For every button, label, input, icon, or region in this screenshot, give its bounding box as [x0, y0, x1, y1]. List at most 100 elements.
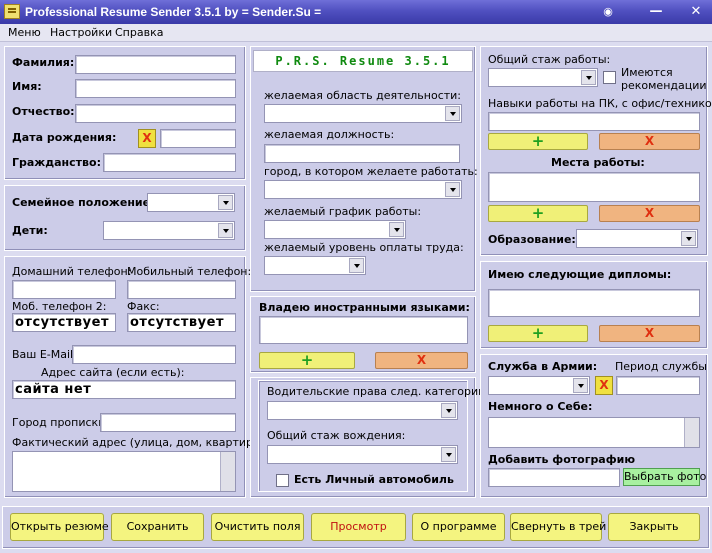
minimize-to-tray-button[interactable]: Свернуть в трей [510, 513, 606, 541]
city-input[interactable] [100, 413, 236, 432]
license-select[interactable] [267, 401, 458, 420]
title-bar[interactable]: Professional Resume Sender 3.5.1 by = Se… [0, 0, 712, 24]
birthdate-clear-button[interactable]: X [138, 129, 156, 148]
email-label: Ваш E-Mail: [12, 348, 77, 361]
mobile2-input[interactable]: отсутствует [12, 313, 116, 332]
own-car-checkbox[interactable] [276, 474, 289, 487]
photo-path-input[interactable] [488, 468, 620, 487]
scrollbar[interactable] [220, 452, 235, 491]
address-textarea[interactable] [12, 451, 236, 492]
workplaces-input[interactable] [488, 172, 700, 202]
chevron-down-icon[interactable] [441, 447, 456, 462]
languages-add-button[interactable]: + [259, 352, 355, 369]
surname-label: Фамилия: [12, 56, 75, 69]
workplaces-label: Места работы: [551, 156, 645, 169]
pc-skills-remove-button[interactable]: X [599, 133, 700, 150]
position-input[interactable] [264, 144, 460, 163]
close-icon: X [644, 206, 655, 220]
chevron-down-icon[interactable] [581, 70, 596, 85]
exit-button[interactable]: Закрыть [608, 513, 700, 541]
name-label: Имя: [12, 80, 42, 93]
menu-item-help[interactable]: Справка [115, 26, 163, 39]
about-program-button[interactable]: О программе [412, 513, 505, 541]
own-car-label: Есть Личный автомобиль [294, 473, 454, 486]
photo-label: Добавить фотографию [488, 453, 636, 466]
menu-bar: Меню Настройки Справка [0, 24, 712, 42]
preview-button[interactable]: Просмотр [311, 513, 406, 541]
languages-label: Владею иностранными языками: [259, 301, 470, 314]
close-icon: X [644, 326, 655, 340]
plus-icon: + [531, 324, 545, 342]
site-input[interactable]: сайта нет [12, 380, 236, 399]
chevron-down-icon[interactable] [441, 403, 456, 418]
total-experience-select[interactable] [488, 68, 598, 87]
home-phone-label: Домашний телефон: [12, 265, 132, 278]
menu-item-menu[interactable]: Меню [8, 26, 41, 39]
fax-label: Факс: [127, 300, 160, 313]
brand-label: P.R.S. Resume 3.5.1 [253, 50, 473, 72]
surname-input[interactable] [75, 55, 236, 74]
citizenship-label: Гражданство: [12, 156, 101, 169]
chevron-down-icon[interactable] [389, 222, 404, 237]
patronymic-input[interactable] [75, 104, 236, 123]
salary-select[interactable] [264, 256, 366, 275]
pc-skills-add-button[interactable]: + [488, 133, 588, 150]
diplomas-remove-button[interactable]: X [599, 325, 700, 342]
birthdate-input[interactable] [160, 129, 236, 148]
close-window-button[interactable]: ✕ [685, 3, 707, 21]
diplomas-input[interactable] [488, 289, 700, 317]
window-title: Professional Resume Sender 3.5.1 by = Se… [25, 5, 322, 19]
chevron-down-icon[interactable] [349, 258, 364, 273]
job-area-label: желаемая область деятельности: [264, 89, 462, 102]
schedule-select[interactable] [264, 220, 406, 239]
about-label: Немного о Себе: [488, 400, 593, 413]
chevron-down-icon[interactable] [218, 223, 233, 238]
close-icon: X [644, 134, 655, 148]
plus-icon: + [300, 351, 314, 369]
diplomas-add-button[interactable]: + [488, 325, 588, 342]
application-window: Professional Resume Sender 3.5.1 by = Se… [0, 0, 712, 553]
workplaces-remove-button[interactable]: X [599, 205, 700, 222]
minimize-button[interactable]: — [645, 3, 667, 21]
children-label: Дети: [12, 224, 48, 237]
languages-remove-button[interactable]: X [375, 352, 468, 369]
chevron-down-icon[interactable] [445, 182, 460, 197]
name-input[interactable] [75, 79, 236, 98]
city-label: Город прописки: [12, 416, 110, 429]
open-resume-button[interactable]: Открыть резюме [10, 513, 109, 541]
mobile-phone-label: Мобильный телефон: [127, 265, 252, 278]
chevron-down-icon[interactable] [573, 378, 588, 393]
save-button[interactable]: Сохранить [111, 513, 204, 541]
army-clear-button[interactable]: X [595, 376, 613, 395]
pin-icon[interactable]: ◉ [597, 3, 619, 21]
children-select[interactable] [103, 221, 235, 240]
languages-input[interactable] [259, 316, 468, 344]
education-select[interactable] [576, 229, 698, 248]
scrollbar[interactable] [684, 418, 699, 447]
workplaces-add-button[interactable]: + [488, 205, 588, 222]
chevron-down-icon[interactable] [681, 231, 696, 246]
choose-photo-button[interactable]: Выбрать фото [623, 468, 706, 486]
recommendations-checkbox[interactable] [603, 71, 616, 84]
home-phone-input[interactable] [12, 280, 116, 299]
army-select[interactable] [488, 376, 590, 395]
marital-status-label: Семейное положение: [12, 196, 155, 209]
citizenship-input[interactable] [103, 153, 236, 172]
driving-experience-select[interactable] [267, 445, 458, 464]
fax-input[interactable]: отсутствует [127, 313, 236, 332]
work-city-select[interactable] [264, 180, 462, 199]
service-period-input[interactable] [616, 376, 700, 395]
about-textarea[interactable] [488, 417, 700, 448]
pc-skills-input[interactable] [488, 112, 700, 131]
chevron-down-icon[interactable] [445, 106, 460, 121]
email-input[interactable] [72, 345, 236, 364]
mobile-phone-input[interactable] [127, 280, 236, 299]
clear-fields-button[interactable]: Очистить поля [211, 513, 304, 541]
salary-label: желаемый уровень оплаты труда: [264, 241, 464, 254]
mobile2-label: Моб. телефон 2: [12, 300, 107, 313]
job-area-select[interactable] [264, 104, 462, 123]
menu-item-settings[interactable]: Настройки [50, 26, 112, 39]
service-period-label: Период службы [615, 360, 707, 373]
marital-status-select[interactable] [147, 193, 235, 212]
chevron-down-icon[interactable] [218, 195, 233, 210]
